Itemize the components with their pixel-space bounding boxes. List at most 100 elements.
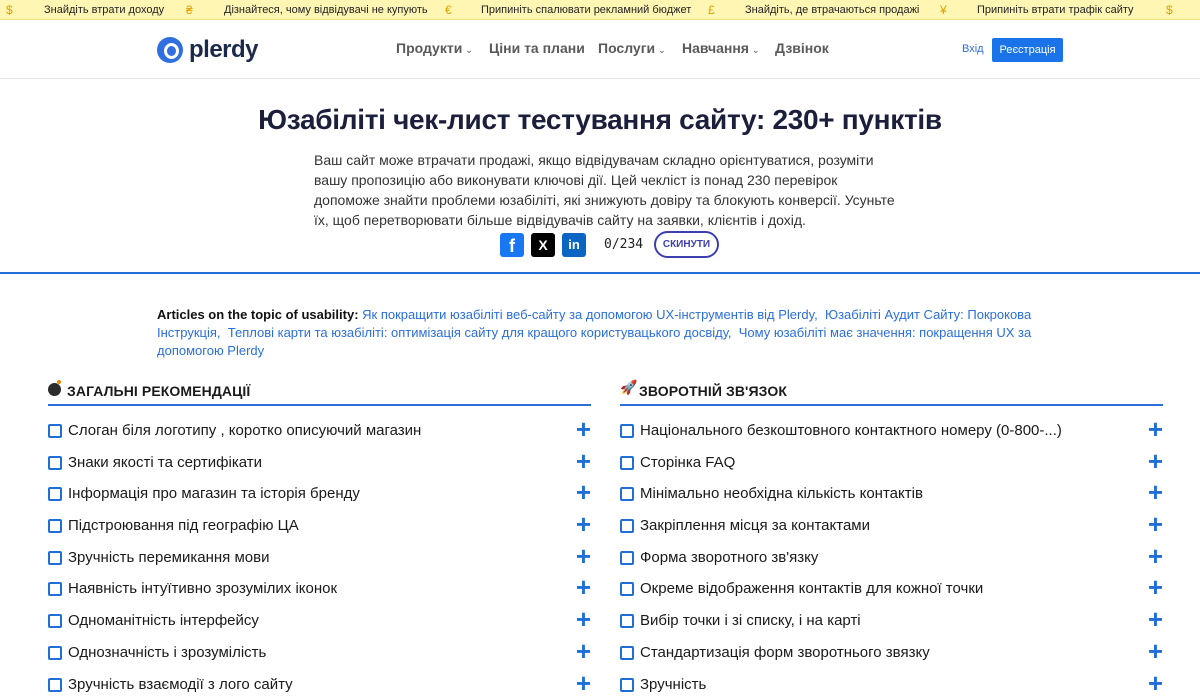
checklist-checkbox[interactable]	[620, 424, 634, 438]
reset-button[interactable]: СКИНУТИ	[654, 231, 719, 258]
checklist-checkbox[interactable]	[620, 487, 634, 502]
expand-plus-icon[interactable]: +	[1148, 574, 1163, 600]
checklist-label[interactable]: Знаки якості та сертифікати	[68, 454, 262, 471]
expand-plus-icon[interactable]: +	[1148, 448, 1163, 474]
checklist-checkbox[interactable]	[620, 455, 634, 470]
checklist-checkbox[interactable]	[620, 582, 634, 597]
articles-lead: Articles on the topic of usability:	[157, 307, 359, 322]
checklist-checkbox[interactable]	[48, 424, 62, 438]
facebook-share-icon[interactable]: f	[500, 233, 524, 257]
checklist-label[interactable]: Підстроювання під географію ЦА	[68, 517, 299, 534]
expand-plus-icon[interactable]: +	[1148, 416, 1163, 442]
section-general: ЗАГАЛЬНІ РЕКОМЕНДАЦІЇ Слоган біля логоти…	[48, 380, 591, 700]
nav-learning[interactable]: Навчання ⌄	[682, 40, 760, 56]
expand-plus-icon[interactable]: +	[576, 574, 591, 600]
logo-text: plerdy	[189, 36, 259, 63]
checklist-label[interactable]: Стандартизація форм зворотнього звязку	[640, 644, 930, 661]
checklist-item: Наявність інтуїтивно зрозумілих іконок +	[48, 574, 591, 608]
checklist-checkbox[interactable]	[48, 487, 62, 502]
checklist-label[interactable]: Наявність інтуїтивно зрозумілих іконок	[68, 580, 337, 597]
ticker-link[interactable]: Припиніть спалювати рекламний бюджет	[481, 0, 691, 20]
checklist-label[interactable]: Однозначність і зрозумілість	[68, 644, 266, 661]
checklist-checkbox[interactable]	[48, 645, 62, 660]
checklist-label[interactable]: Вибір точки і зі списку, і на карті	[640, 612, 861, 629]
nav-label: Навчання	[682, 40, 749, 56]
section-feedback: 🚀 ЗВОРОТНІЙ ЗВ'ЯЗОК Національного безкош…	[620, 379, 1163, 700]
bomb-icon	[48, 380, 61, 396]
login-link[interactable]: Вхід	[962, 43, 984, 55]
nav-call[interactable]: Дзвінок	[775, 40, 829, 56]
expand-plus-icon[interactable]: +	[576, 416, 591, 442]
checklist-label[interactable]: Національного безкоштовного контактного …	[640, 422, 1062, 439]
linkedin-share-icon[interactable]: in	[562, 233, 586, 257]
checklist-checkbox[interactable]	[48, 455, 62, 470]
expand-plus-icon[interactable]: +	[576, 638, 591, 664]
expand-plus-icon[interactable]: +	[576, 670, 591, 696]
checklist-checkbox[interactable]	[48, 519, 62, 534]
register-button[interactable]: Реєстрація	[992, 38, 1063, 62]
nav-label: Послуги	[598, 40, 656, 56]
checklist-item: Мінімально необхідна кількість контактів…	[620, 479, 1163, 513]
checklist-checkbox[interactable]	[620, 645, 634, 660]
checklist-item: Стандартизація форм зворотнього звязку +	[620, 638, 1163, 672]
checklist-item: Інформація про магазин та історія бренду…	[48, 479, 591, 513]
ticker-link[interactable]: Знайдіть, де втрачаються продажі	[745, 0, 919, 20]
checklist: Слоган біля логотипу , коротко описуючий…	[48, 416, 591, 700]
section-header: 🚀 ЗВОРОТНІЙ ЗВ'ЯЗОК	[620, 379, 1163, 406]
checklist-checkbox[interactable]	[620, 550, 634, 565]
chevron-down-icon: ⌄	[751, 45, 760, 55]
checklist-label[interactable]: Одноманітність інтерфейсу	[68, 612, 259, 629]
expand-plus-icon[interactable]: +	[576, 448, 591, 474]
checklist-label[interactable]: Форма зворотного зв'язку	[640, 549, 818, 566]
expand-plus-icon[interactable]: +	[1148, 606, 1163, 632]
checklist-label[interactable]: Слоган біля логотипу , коротко описуючий…	[68, 422, 421, 439]
expand-plus-icon[interactable]: +	[576, 511, 591, 537]
checklist-checkbox[interactable]	[48, 550, 62, 565]
checklist-checkbox[interactable]	[48, 677, 62, 692]
checklist-label[interactable]: Інформація про магазин та історія бренду	[68, 485, 360, 502]
checklist-label[interactable]: Сторінка FAQ	[640, 454, 735, 471]
ticker-link[interactable]: Дізнайтеся, чому відвідувачі не купують	[224, 0, 428, 20]
nav-label: Продукти	[396, 40, 463, 56]
logo-icon	[157, 37, 183, 63]
checklist-label[interactable]: Окреме відображення контактів для кожної…	[640, 580, 983, 597]
article-link[interactable]: Як покращити юзабіліті веб-сайту за допо…	[362, 307, 818, 322]
checklist-item: Підстроювання під географію ЦА +	[48, 511, 591, 545]
section-title: ЗАГАЛЬНІ РЕКОМЕНДАЦІЇ	[67, 383, 251, 399]
page-title: Юзабіліті чек-лист тестування сайту: 230…	[258, 104, 942, 135]
checklist-item: Сторінка FAQ +	[620, 448, 1163, 482]
checklist-label[interactable]: Закріплення місця за контактами	[640, 517, 870, 534]
ticker-link[interactable]: Припиніть втрати трафік сайту	[977, 0, 1134, 20]
checklist-label[interactable]: Мінімально необхідна кількість контактів	[640, 485, 923, 502]
expand-plus-icon[interactable]: +	[576, 479, 591, 505]
expand-plus-icon[interactable]: +	[576, 543, 591, 569]
expand-plus-icon[interactable]: +	[1148, 670, 1163, 696]
checklist-checkbox[interactable]	[620, 614, 634, 629]
checklist-checkbox[interactable]	[620, 519, 634, 534]
expand-plus-icon[interactable]: +	[1148, 543, 1163, 569]
expand-plus-icon[interactable]: +	[1148, 511, 1163, 537]
checklist-checkbox[interactable]	[48, 582, 62, 597]
promo-ticker: $ Знайдіть втрати доходу ₴ Дізнайтеся, ч…	[0, 0, 1200, 20]
ticker-link[interactable]: Знайдіть втрати доходу	[44, 0, 164, 20]
checklist-item: Одноманітність інтерфейсу +	[48, 606, 591, 640]
plerdy-logo[interactable]: plerdy	[157, 35, 259, 65]
checklist-label[interactable]: Зручність	[640, 676, 706, 693]
checklist-checkbox[interactable]	[620, 677, 634, 692]
article-link[interactable]: Теплові карти та юзабіліті: оптимізація …	[228, 325, 732, 340]
checklist-item: Зручність +	[620, 670, 1163, 700]
nav-services[interactable]: Послуги ⌄	[598, 40, 666, 56]
expand-plus-icon[interactable]: +	[576, 606, 591, 632]
checklist-checkbox[interactable]	[48, 614, 62, 629]
x-share-icon[interactable]: X	[531, 233, 555, 257]
expand-plus-icon[interactable]: +	[1148, 638, 1163, 664]
checklist-label[interactable]: Зручність взаємодії з лого сайту	[68, 676, 293, 693]
checklist-label[interactable]: Зручність перемикання мови	[68, 549, 269, 566]
site-header: plerdy Продукти ⌄ Ціни та плани Послуги ⌄ …	[0, 20, 1200, 79]
checklist: Національного безкоштовного контактного …	[620, 416, 1163, 700]
expand-plus-icon[interactable]: +	[1148, 479, 1163, 505]
nav-products[interactable]: Продукти ⌄	[396, 40, 473, 56]
pound-icon: £	[708, 3, 715, 17]
hryvnia-icon: ₴	[186, 3, 193, 17]
nav-pricing[interactable]: Ціни та плани	[489, 40, 585, 56]
